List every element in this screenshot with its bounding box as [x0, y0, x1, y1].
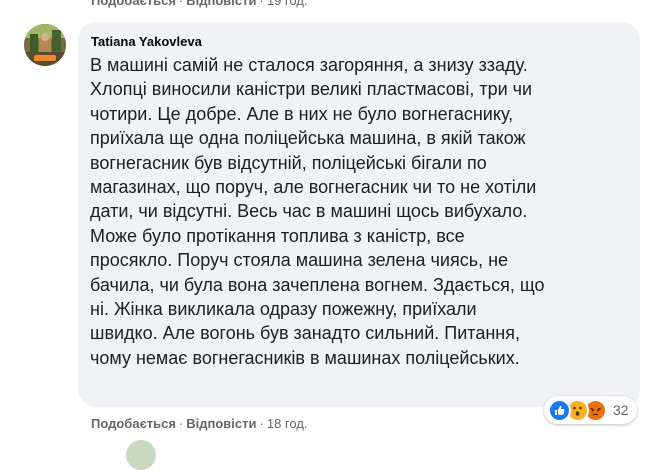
avatar-photo — [24, 24, 66, 66]
like-icon — [548, 398, 571, 422]
like-link[interactable]: Подобається — [91, 416, 176, 431]
footer-separator: · — [178, 416, 184, 431]
comment-time[interactable]: 18 год. — [267, 416, 308, 431]
reply-link[interactable]: Відповісти — [186, 416, 256, 431]
reactions-summary[interactable]: 32 — [544, 396, 637, 424]
comment-bubble: Tatiana Yakovleva В машині самій не стал… — [78, 22, 640, 407]
author-avatar[interactable] — [24, 24, 66, 66]
previous-comment-footer: Подобається · Відповісти · 19 год. — [91, 0, 308, 8]
footer-separator: · — [178, 0, 184, 8]
previous-comment-time[interactable]: 19 год. — [267, 0, 308, 8]
comment-text: В машині самій не сталося загоряння, а з… — [90, 55, 545, 368]
footer-separator: · — [259, 416, 264, 431]
footer-separator: · — [259, 0, 264, 8]
previous-reply-link[interactable]: Відповісти — [186, 0, 256, 8]
reaction-count: 32 — [613, 402, 629, 418]
comment-footer: Подобається · Відповісти · 18 год. — [91, 416, 308, 431]
comment-author[interactable]: Tatiana Yakovleva — [91, 34, 628, 50]
reply-avatar[interactable] — [126, 440, 156, 470]
previous-like-link[interactable]: Подобається — [91, 0, 176, 8]
